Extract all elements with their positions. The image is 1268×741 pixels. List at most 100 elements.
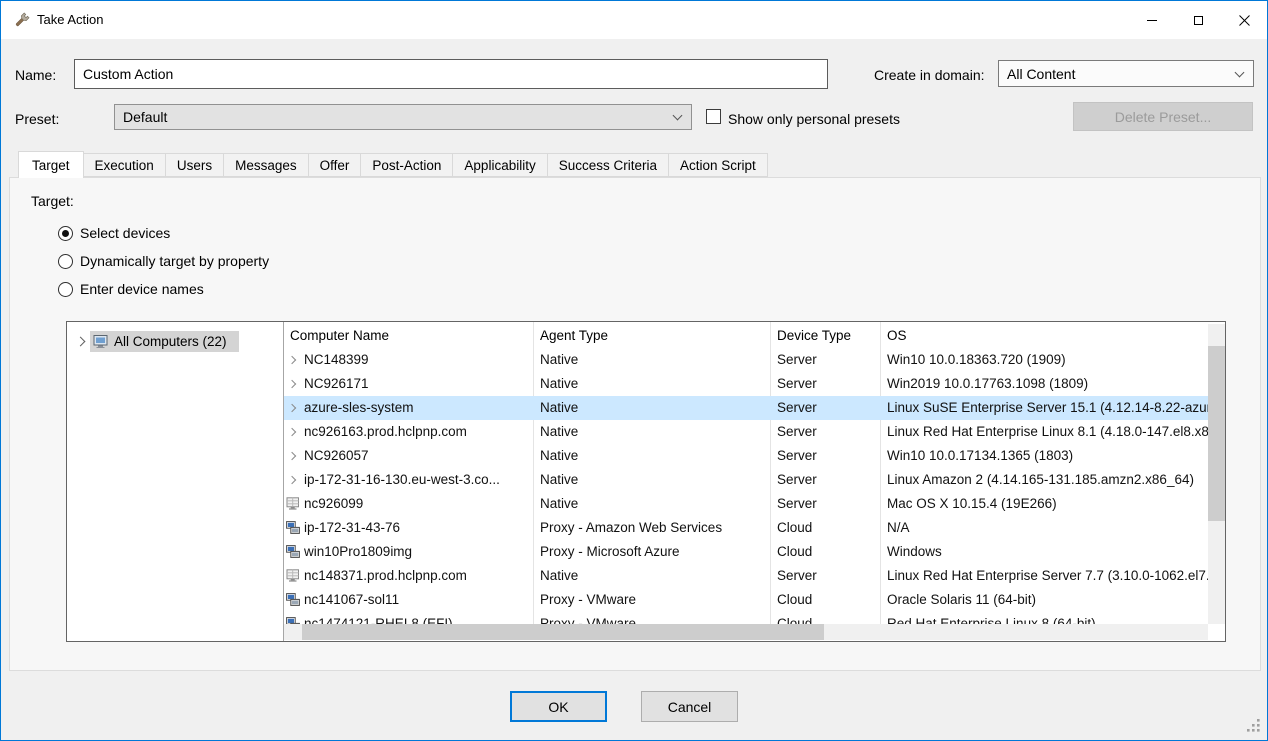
cell-device-type: Server [770,444,880,468]
radio-button-icon[interactable] [58,226,73,241]
cell-device-type: Cloud [770,516,880,540]
cell-agent-type: Native [533,396,770,420]
cell-os: Win10 10.0.17134.1365 (1803) [880,444,1208,468]
cell-os: Win2019 10.0.17763.1098 (1809) [880,372,1208,396]
device-row-nc926171[interactable]: NC926171NativeServerWin2019 10.0.17763.1… [284,372,1208,396]
cell-computer-name: nc926099 [284,492,533,516]
expand-chevron-icon[interactable] [284,429,304,435]
cell-device-type: Server [770,396,880,420]
show-personal-presets-label: Show only personal presets [728,111,900,127]
radio-select-devices[interactable]: Select devices [58,225,269,241]
device-row-nc148399[interactable]: NC148399NativeServerWin10 10.0.18363.720… [284,348,1208,372]
tab-applicability[interactable]: Applicability [452,153,547,177]
preset-dropdown[interactable]: Default [114,104,692,130]
chevron-down-icon [1212,610,1220,618]
device-row-ip-172-31-16-130-eu-west-3-co[interactable]: ip-172-31-16-130.eu-west-3.co...NativeSe… [284,468,1208,492]
column-header-os[interactable]: OS [880,324,1208,348]
cell-os: N/A [880,516,1208,540]
minimize-button[interactable] [1129,1,1175,39]
computer-name-text: nc926163.prod.hclpnp.com [304,420,467,444]
title-bar[interactable]: Take Action [1,1,1267,39]
vertical-scrollbar-thumb[interactable] [1208,346,1225,521]
tab-execution[interactable]: Execution [83,153,166,177]
expand-chevron-icon[interactable] [76,336,86,346]
cell-agent-type: Native [533,468,770,492]
device-row-nc1474121-rhel8-efi[interactable]: nc1474121-RHEL8 (EFI)Proxy - VMwareCloud… [284,612,1208,624]
cell-os: Windows [880,540,1208,564]
scroll-up-arrow[interactable] [1208,324,1225,341]
tab-target[interactable]: Target [18,151,84,178]
cell-device-type: Server [770,372,880,396]
tab-post-action[interactable]: Post-Action [360,153,453,177]
device-row-nc141067-sol11[interactable]: nc141067-sol11Proxy - VMwareCloudOracle … [284,588,1208,612]
cell-os: Linux SuSE Enterprise Server 15.1 (4.12.… [880,396,1208,420]
device-row-nc926163-prod-hclpnp-com[interactable]: nc926163.prod.hclpnp.comNativeServerLinu… [284,420,1208,444]
device-table-content: Computer NameAgent TypeDevice TypeOS NC1… [284,322,1208,624]
cell-agent-type: Native [533,420,770,444]
cell-device-type: Cloud [770,588,880,612]
device-row-nc148371-prod-hclpnp-com[interactable]: nc148371.prod.hclpnp.comNativeServerLinu… [284,564,1208,588]
tab-users[interactable]: Users [165,153,224,177]
cancel-button[interactable]: Cancel [641,691,738,722]
target-section-label: Target: [31,193,74,209]
computer-name-text: NC926057 [304,444,369,468]
ok-button[interactable]: OK [510,691,607,722]
cell-agent-type: Proxy - Microsoft Azure [533,540,770,564]
device-row-ip-172-31-43-76[interactable]: ip-172-31-43-76Proxy - Amazon Web Servic… [284,516,1208,540]
cell-device-type: Server [770,420,880,444]
chevron-right-icon [1194,628,1202,636]
target-radio-group: Select devices Dynamically target by prop… [58,225,269,309]
domain-dropdown[interactable]: All Content [998,60,1254,87]
device-row-azure-sles-system[interactable]: azure-sles-systemNativeServerLinux SuSE … [284,396,1208,420]
scroll-right-arrow[interactable] [1192,624,1208,640]
maximize-button[interactable] [1175,1,1221,39]
tree-item-all-computers[interactable]: All Computers (22) [75,329,239,353]
device-row-win10pro1809img[interactable]: win10Pro1809imgProxy - Microsoft AzureCl… [284,540,1208,564]
horizontal-scrollbar-thumb[interactable] [302,624,824,640]
scroll-left-arrow[interactable] [284,624,300,640]
expand-chevron-icon[interactable] [284,453,304,459]
cell-agent-type: Native [533,564,770,588]
preset-label: Preset: [15,111,59,127]
device-row-nc926099[interactable]: nc926099NativeServerMac OS X 10.15.4 (19… [284,492,1208,516]
expand-chevron-icon[interactable] [284,357,304,363]
expand-chevron-icon[interactable] [284,381,304,387]
column-header-computer-name[interactable]: Computer Name [284,324,533,348]
cell-computer-name: nc926163.prod.hclpnp.com [284,420,533,444]
tab-offer[interactable]: Offer [308,153,362,177]
cell-computer-name: nc148371.prod.hclpnp.com [284,564,533,588]
computer-name-text: ip-172-31-16-130.eu-west-3.co... [304,468,500,492]
cell-device-type: Cloud [770,540,880,564]
radio-button-icon[interactable] [58,282,73,297]
tab-messages[interactable]: Messages [223,153,309,177]
computer-tree: All Computers (22) [67,322,284,641]
tree-item-selection[interactable]: All Computers (22) [90,331,239,352]
close-button[interactable] [1221,1,1267,39]
device-table: Computer NameAgent TypeDevice TypeOS NC1… [284,322,1225,641]
radio-button-icon[interactable] [58,254,73,269]
device-row-nc926057[interactable]: NC926057NativeServerWin10 10.0.17134.136… [284,444,1208,468]
vertical-scrollbar[interactable] [1208,324,1225,624]
computer-name-text: NC148399 [304,348,369,372]
tab-success-criteria[interactable]: Success Criteria [547,153,669,177]
horizontal-scrollbar[interactable] [284,624,1208,640]
show-personal-presets-checkbox[interactable] [706,109,721,124]
expand-chevron-icon[interactable] [284,405,304,411]
wrench-icon [13,11,31,29]
cell-agent-type: Proxy - VMware [533,612,770,624]
column-header-device-type[interactable]: Device Type [770,324,880,348]
expand-chevron-icon[interactable] [284,477,304,483]
computer-name-text: nc148371.prod.hclpnp.com [304,564,467,588]
radio-dynamically-target-by-property[interactable]: Dynamically target by property [58,253,269,269]
name-label: Name: [15,67,56,83]
name-input[interactable] [74,59,828,89]
delete-preset-button[interactable]: Delete Preset... [1073,102,1253,131]
resize-grip[interactable] [1246,718,1260,732]
chevron-down-icon [673,111,683,121]
column-header-agent-type[interactable]: Agent Type [533,324,770,348]
proxy-computer-icon [284,521,304,535]
scroll-down-arrow[interactable] [1208,607,1225,624]
create-in-domain-label: Create in domain: [874,67,985,83]
tab-action-script[interactable]: Action Script [668,153,768,177]
radio-enter-device-names[interactable]: Enter device names [58,281,269,297]
